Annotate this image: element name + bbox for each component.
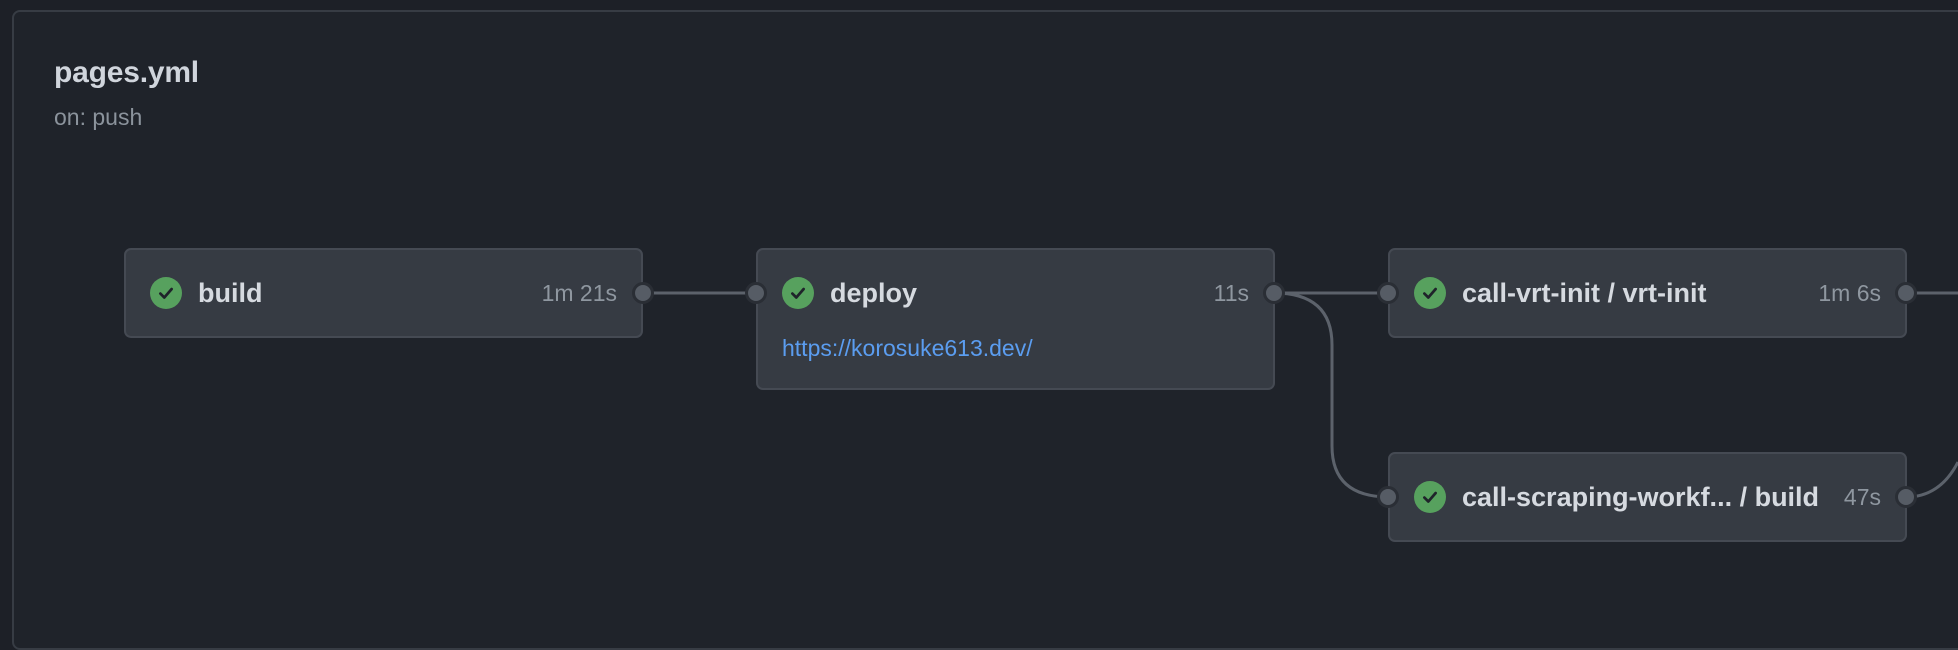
job-output-port [1263,282,1285,304]
job-duration: 47s [1843,483,1881,510]
job-duration: 1m 21s [541,279,617,306]
job-name: call-scraping-workf... / build [1462,481,1820,512]
job-card-deploy[interactable]: deploy 11s https://korosuke613.dev/ [756,248,1275,390]
job-name: call-vrt-init / vrt-init [1462,277,1707,308]
job-card-scraping-build[interactable]: call-scraping-workf... / build 47s [1388,452,1907,542]
check-circle-icon [782,277,814,309]
workflow-title: pages.yml [54,56,199,89]
check-circle-icon [150,277,182,309]
job-header: deploy 11s [782,250,1249,336]
job-input-port [745,282,767,304]
job-card-vrt-init[interactable]: call-vrt-init / vrt-init 1m 6s [1388,248,1907,338]
check-circle-icon [1414,277,1446,309]
job-output-port [632,282,654,304]
job-input-port [1377,486,1399,508]
job-header: build 1m 21s [150,250,617,336]
job-duration: 1m 6s [1818,279,1881,306]
job-input-port [1377,282,1399,304]
job-name: deploy [830,277,918,308]
deployment-url-link[interactable]: https://korosuke613.dev/ [782,335,1033,362]
job-output-port [1895,282,1917,304]
workflow-trigger: on: push [54,104,143,130]
job-header: call-vrt-init / vrt-init 1m 6s [1414,250,1881,336]
job-name: build [198,277,263,308]
job-output-port [1895,486,1917,508]
job-card-build[interactable]: build 1m 21s [124,248,643,338]
job-header: call-scraping-workf... / build 47s [1414,454,1881,540]
job-duration: 11s [1213,279,1249,306]
check-circle-icon [1414,481,1446,513]
